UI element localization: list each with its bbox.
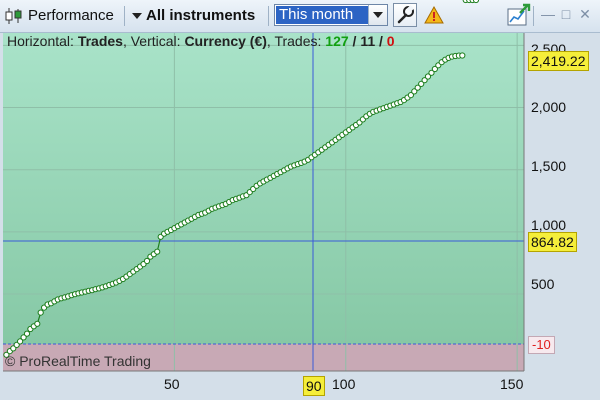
trades-label: Trades: xyxy=(274,33,322,49)
trade-point xyxy=(23,330,31,337)
vertical-label: Vertical: xyxy=(130,33,181,49)
trade-point xyxy=(37,309,44,316)
cursor-x-badge: 90 xyxy=(303,376,325,396)
x-tick-label: 150 xyxy=(500,376,524,392)
copyright-text: © ProRealTime Trading xyxy=(5,353,151,369)
winning-trades-count: 127 xyxy=(325,33,349,49)
vertical-value: Currency (€) xyxy=(184,33,267,49)
performance-chart[interactable] xyxy=(0,0,600,400)
horizontal-value: Trades xyxy=(77,33,123,49)
y-tick-label: 2,000 xyxy=(531,99,567,115)
cursor-value-badge: 864.82 xyxy=(528,232,577,252)
y-tick-label: 1,500 xyxy=(531,158,567,174)
y-tick-label: 500 xyxy=(531,276,555,292)
plot-area xyxy=(3,33,524,344)
horizontal-label: Horizontal: xyxy=(7,33,74,49)
losing-trades-count: 0 xyxy=(386,33,395,49)
x-tick-label: 100 xyxy=(332,376,356,392)
x-tick-label: 50 xyxy=(164,376,180,392)
neutral-trades-count: 11 xyxy=(360,33,376,49)
y-tick-label: 1,000 xyxy=(531,217,567,233)
trade-point xyxy=(459,52,466,59)
trade-point xyxy=(472,0,480,4)
chart-info-bar: Horizontal: Trades, Vertical: Currency (… xyxy=(7,33,395,49)
min-value-badge: -10 xyxy=(528,336,555,354)
current-value-badge: 2,419.22 xyxy=(528,51,589,71)
trades-separator: / xyxy=(375,33,387,49)
trade-point xyxy=(34,320,41,327)
trade-point xyxy=(154,248,161,255)
trades-separator: / xyxy=(348,33,361,49)
